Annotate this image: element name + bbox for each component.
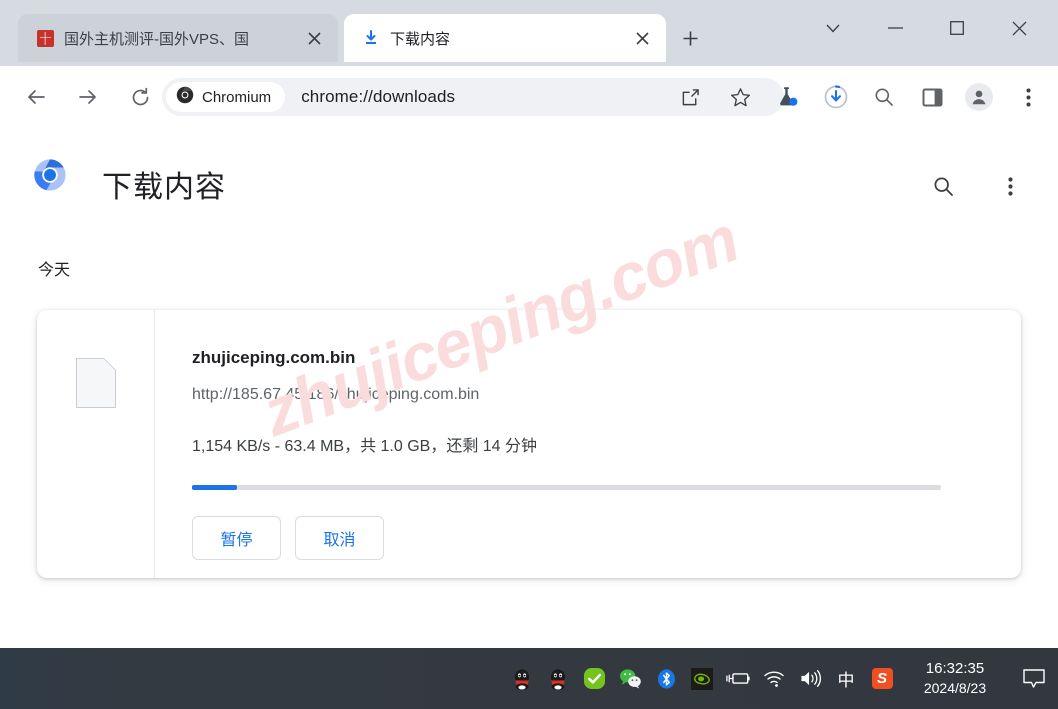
- ime-glyph: 中: [837, 671, 855, 690]
- site-favicon-red: [36, 29, 54, 47]
- tab-title: 下载内容: [390, 30, 451, 48]
- chromium-chip-label: Chromium: [202, 88, 272, 106]
- cancel-button[interactable]: 取消: [295, 516, 384, 560]
- qq-icon[interactable]: [504, 659, 540, 699]
- generic-file-icon: [75, 358, 116, 408]
- tab-site[interactable]: 国外主机测评-国外VPS、国: [18, 14, 338, 62]
- download-actions: 暂停 取消: [192, 516, 991, 560]
- chromium-logo-icon: [33, 158, 67, 192]
- taskbar: 中 S 16:32:35 2024/8/23: [0, 648, 1058, 709]
- clock-date: 2024/8/23: [923, 680, 987, 697]
- nvidia-icon[interactable]: [684, 659, 720, 699]
- share-icon[interactable]: [674, 81, 706, 113]
- tab-close-icon[interactable]: [632, 28, 652, 48]
- downloads-header: 下载内容: [0, 148, 1058, 212]
- sogou-icon[interactable]: S: [864, 659, 900, 699]
- bluetooth-icon[interactable]: [648, 659, 684, 699]
- page-title: 下载内容: [102, 171, 226, 204]
- security-check-icon[interactable]: [576, 659, 612, 699]
- forward-arrow-icon[interactable]: [70, 79, 106, 115]
- download-item-card: zhujiceping.com.bin http://185.67.45.186…: [37, 310, 1021, 578]
- address-bar-url: chrome://downloads: [301, 87, 456, 106]
- tab-title: 国外主机测评-国外VPS、国: [64, 30, 250, 48]
- reload-icon[interactable]: [122, 79, 158, 115]
- tab-strip: 国外主机测评-国外VPS、国 下载内容: [0, 0, 1058, 66]
- wechat-icon[interactable]: [612, 659, 648, 699]
- tab-close-icon[interactable]: [304, 28, 324, 48]
- battery-icon[interactable]: [720, 659, 756, 699]
- volume-icon[interactable]: [792, 659, 828, 699]
- wifi-icon[interactable]: [756, 659, 792, 699]
- back-arrow-icon[interactable]: [18, 79, 54, 115]
- profile-avatar-icon[interactable]: [963, 81, 995, 113]
- search-icon[interactable]: [868, 81, 900, 113]
- system-tray: 中 S 16:32:35 2024/8/23: [504, 659, 1058, 699]
- download-icon: [362, 29, 380, 47]
- download-details: zhujiceping.com.bin http://185.67.45.186…: [155, 310, 1021, 578]
- tab-search-button[interactable]: [802, 10, 864, 46]
- notification-bubble-icon[interactable]: [1010, 659, 1058, 699]
- download-icon-column: [37, 310, 155, 578]
- window-controls: [802, 10, 1050, 46]
- chromium-chip[interactable]: Chromium: [166, 82, 286, 112]
- search-icon[interactable]: [927, 170, 959, 202]
- browser-toolbar: Chromium chrome://downloads: [0, 66, 1058, 128]
- qq-icon-2[interactable]: [540, 659, 576, 699]
- three-dot-menu-icon[interactable]: [994, 170, 1026, 202]
- minimize-button[interactable]: [864, 10, 926, 46]
- side-panel-icon[interactable]: [916, 81, 948, 113]
- pause-button[interactable]: 暂停: [192, 516, 281, 560]
- download-filename[interactable]: zhujiceping.com.bin: [192, 348, 991, 368]
- ime-chinese-icon[interactable]: 中: [828, 659, 864, 699]
- download-status-text: 1,154 KB/s - 63.4 MB，共 1.0 GB，还剩 14 分钟: [192, 438, 538, 455]
- clock-time: 16:32:35: [925, 659, 985, 677]
- three-dot-menu-icon[interactable]: [1012, 81, 1044, 113]
- downloads-page: 下载内容 今天 zhujiceping.com.bin http://185.6…: [0, 128, 1058, 648]
- maximize-button[interactable]: [926, 10, 988, 46]
- download-source-url: http://185.67.45.186/zhujiceping.com.bin: [192, 386, 480, 403]
- browser-window: 国外主机测评-国外VPS、国 下载内容 Chromium chrome://do…: [0, 0, 1058, 709]
- close-button[interactable]: [988, 10, 1050, 46]
- sogou-glyph: S: [871, 668, 893, 689]
- star-icon[interactable]: [724, 81, 756, 113]
- avatar: [965, 83, 993, 111]
- chromium-logo-icon: [176, 86, 194, 109]
- flask-icon[interactable]: [772, 81, 804, 113]
- download-progress-fill: [192, 485, 237, 490]
- download-progress-bar: [192, 485, 941, 490]
- address-bar[interactable]: Chromium chrome://downloads: [162, 78, 784, 116]
- download-progress-icon[interactable]: [820, 81, 852, 113]
- new-tab-button[interactable]: [676, 24, 704, 52]
- tab-downloads[interactable]: 下载内容: [344, 14, 666, 62]
- date-group-label: 今天: [38, 262, 71, 279]
- clock[interactable]: 16:32:35 2024/8/23: [912, 659, 998, 698]
